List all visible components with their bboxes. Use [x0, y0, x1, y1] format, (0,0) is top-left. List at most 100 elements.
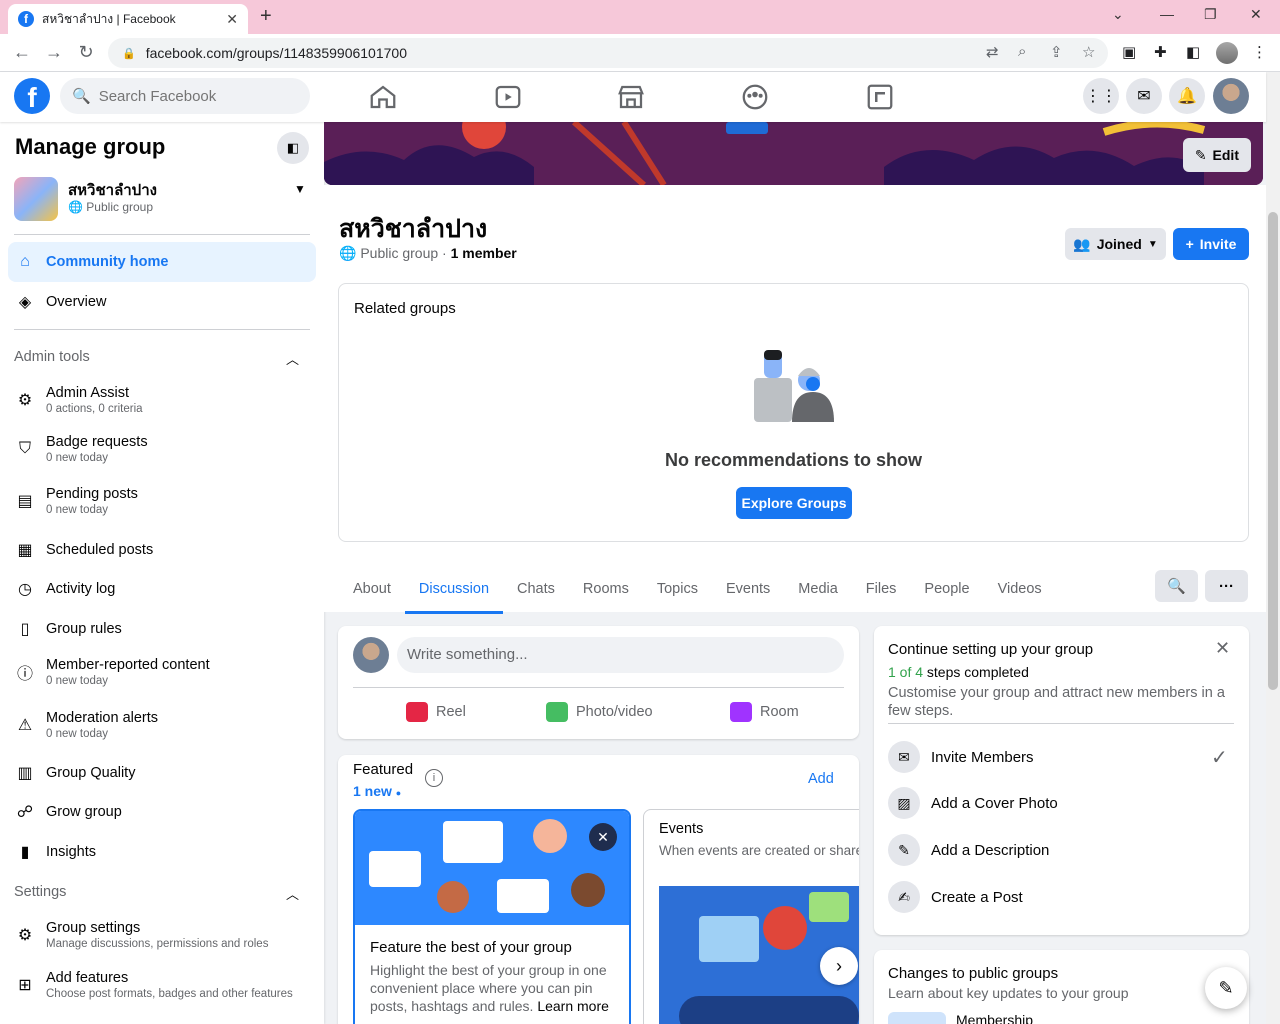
- sidebar-item-scheduled-posts[interactable]: ▦ Scheduled posts: [8, 530, 316, 570]
- group-search-icon[interactable]: 🔍: [1155, 570, 1198, 602]
- extension-qr-icon[interactable]: ▣: [1122, 43, 1136, 61]
- sidebar-item-label: Group Quality: [46, 765, 136, 781]
- forward-icon[interactable]: →: [42, 42, 66, 63]
- reload-icon[interactable]: ↻: [74, 42, 98, 63]
- reel-button[interactable]: Reel: [406, 702, 466, 722]
- step-add-description[interactable]: ✎ Add a Description: [888, 834, 1049, 866]
- minimize-icon[interactable]: —: [1160, 6, 1174, 22]
- step-invite-members[interactable]: ✉ Invite Members: [888, 741, 1034, 773]
- admin-tools-header[interactable]: Admin tools: [14, 349, 90, 365]
- tab-events[interactable]: Events: [712, 567, 784, 611]
- home-icon[interactable]: [368, 82, 398, 112]
- back-icon[interactable]: ←: [10, 42, 34, 63]
- featured-add-link[interactable]: Add: [808, 771, 834, 787]
- events-card[interactable]: Events When events are created or shared…: [643, 809, 859, 1024]
- sidebar-item-member-reported-content[interactable]: ⓘ Member-reported content 0 new today: [8, 649, 316, 695]
- watch-icon[interactable]: [493, 82, 523, 112]
- dismiss-close-icon[interactable]: ✕: [589, 823, 617, 851]
- translate-icon[interactable]: ⇄: [986, 43, 999, 61]
- sidebar-item-activity-log[interactable]: ◷ Activity log: [8, 569, 316, 609]
- messenger-icon[interactable]: ✉: [1126, 78, 1162, 114]
- checkmark-icon: ✓: [1211, 747, 1228, 769]
- caret-down-icon: ▼: [1147, 238, 1158, 250]
- gaming-icon[interactable]: [865, 82, 895, 112]
- restore-icon[interactable]: ❐: [1204, 6, 1217, 23]
- sidebar-group-name[interactable]: สหวิชาลำปาง: [68, 178, 157, 202]
- joined-button[interactable]: 👥 Joined ▼: [1065, 228, 1166, 260]
- scrollbar-thumb[interactable]: [1268, 212, 1278, 690]
- window-close-icon[interactable]: ✕: [1250, 6, 1262, 23]
- zoom-icon[interactable]: ⌕: [1018, 43, 1026, 60]
- feature-best-card[interactable]: ✕ Feature the best of your group Highlig…: [353, 809, 631, 1024]
- page-scrollbar[interactable]: [1266, 72, 1280, 1024]
- composer-avatar[interactable]: [353, 637, 389, 673]
- browser-menu-icon[interactable]: ⋮: [1252, 43, 1267, 61]
- share-icon[interactable]: ⇪: [1050, 43, 1063, 61]
- sidebar-item-group-settings[interactable]: ⚙ Group settings Manage discussions, perm…: [8, 912, 316, 958]
- tab-videos[interactable]: Videos: [984, 567, 1056, 611]
- facebook-logo-icon[interactable]: f: [14, 78, 50, 114]
- close-icon[interactable]: ✕: [1215, 638, 1230, 659]
- sidebar-item-grow-group[interactable]: ☍ Grow group: [8, 792, 316, 832]
- next-chevron-icon[interactable]: ›: [820, 947, 858, 985]
- group-switcher-caret-icon[interactable]: ▼: [294, 182, 306, 196]
- membership-item[interactable]: Membership: [956, 1012, 1033, 1024]
- account-avatar[interactable]: [1213, 78, 1249, 114]
- member-count[interactable]: 1 member: [451, 245, 517, 261]
- search-input[interactable]: [98, 87, 289, 105]
- tab-chats[interactable]: Chats: [503, 567, 569, 611]
- write-something-input[interactable]: Write something...: [397, 637, 844, 673]
- chevron-up-icon[interactable]: ︿: [286, 349, 299, 368]
- url-field[interactable]: 🔒 facebook.com/groups/1148359906101700: [108, 38, 1108, 68]
- search-box[interactable]: 🔍: [60, 78, 310, 114]
- sidebar-item-sub: Manage discussions, permissions and role…: [46, 938, 269, 950]
- sidebar-item-pending-posts[interactable]: ▤ Pending posts 0 new today: [8, 478, 316, 524]
- browser-tab[interactable]: f สหวิชาลำปาง | Facebook ✕: [8, 4, 248, 34]
- sidebar-item-insights[interactable]: ▮ Insights: [8, 832, 316, 872]
- tab-topics[interactable]: Topics: [643, 567, 712, 611]
- browser-profile-avatar[interactable]: [1216, 42, 1238, 64]
- sidebar-item-group-rules[interactable]: ▯ Group rules: [8, 609, 316, 649]
- tab-media[interactable]: Media: [784, 567, 852, 611]
- chevron-up-icon[interactable]: ︿: [286, 884, 299, 903]
- more-options-icon[interactable]: ···: [1205, 570, 1248, 602]
- sidebar-item-badge-requests[interactable]: ⛉ Badge requests 0 new today: [8, 426, 316, 472]
- sidebar-item-overview[interactable]: ◈ Overview: [8, 282, 316, 322]
- step-create-post[interactable]: ✍ Create a Post: [888, 881, 1023, 913]
- feature-illustration: [355, 811, 629, 925]
- marketplace-icon[interactable]: [616, 82, 646, 112]
- new-tab-icon[interactable]: +: [260, 5, 272, 28]
- collapse-sidebar-icon[interactable]: ◧: [277, 132, 309, 164]
- new-message-icon[interactable]: ✎: [1205, 967, 1247, 1009]
- tab-people[interactable]: People: [910, 567, 983, 611]
- notifications-bell-icon[interactable]: 🔔: [1169, 78, 1205, 114]
- bookmark-star-icon[interactable]: ☆: [1082, 43, 1095, 61]
- tab-discussion[interactable]: Discussion: [404, 567, 504, 614]
- side-panel-icon[interactable]: ◧: [1186, 43, 1200, 61]
- invite-button[interactable]: + Invite: [1173, 228, 1249, 260]
- step-add-cover-photo[interactable]: ▨ Add a Cover Photo: [888, 787, 1058, 819]
- edit-cover-button[interactable]: ✎ Edit: [1182, 138, 1251, 172]
- sidebar-item-group-quality[interactable]: ▥ Group Quality: [8, 753, 316, 793]
- sidebar-item-moderation-alerts[interactable]: ⚠ Moderation alerts 0 new today: [8, 702, 316, 748]
- tab-close-icon[interactable]: ✕: [226, 11, 238, 28]
- sidebar-item-label: Grow group: [46, 804, 122, 820]
- tab-files[interactable]: Files: [852, 567, 911, 611]
- photo-video-button[interactable]: Photo/video: [546, 702, 653, 722]
- group-thumbnail[interactable]: [14, 177, 58, 221]
- info-icon[interactable]: i: [425, 769, 443, 787]
- groups-icon[interactable]: [740, 82, 770, 112]
- tab-rooms[interactable]: Rooms: [569, 567, 643, 611]
- extensions-puzzle-icon[interactable]: ✚: [1154, 43, 1167, 61]
- room-button[interactable]: Room: [730, 702, 799, 722]
- learn-more-link[interactable]: Learn more: [537, 998, 609, 1014]
- sidebar-item-community-home[interactable]: ⌂ Community home: [8, 242, 316, 282]
- sidebar-item-admin-assist[interactable]: ⚙ Admin Assist 0 actions, 0 criteria: [8, 377, 316, 423]
- settings-header[interactable]: Settings: [14, 884, 66, 900]
- tab-search-chevron-icon[interactable]: ⌄: [1112, 6, 1124, 23]
- explore-groups-button[interactable]: Explore Groups: [736, 487, 852, 519]
- tab-about[interactable]: About: [339, 567, 405, 611]
- menu-grid-icon[interactable]: ⋮⋮: [1083, 78, 1119, 114]
- room-label: Room: [760, 704, 799, 720]
- sidebar-item-add-features[interactable]: ⊞ Add features Choose post formats, badge…: [8, 962, 316, 1008]
